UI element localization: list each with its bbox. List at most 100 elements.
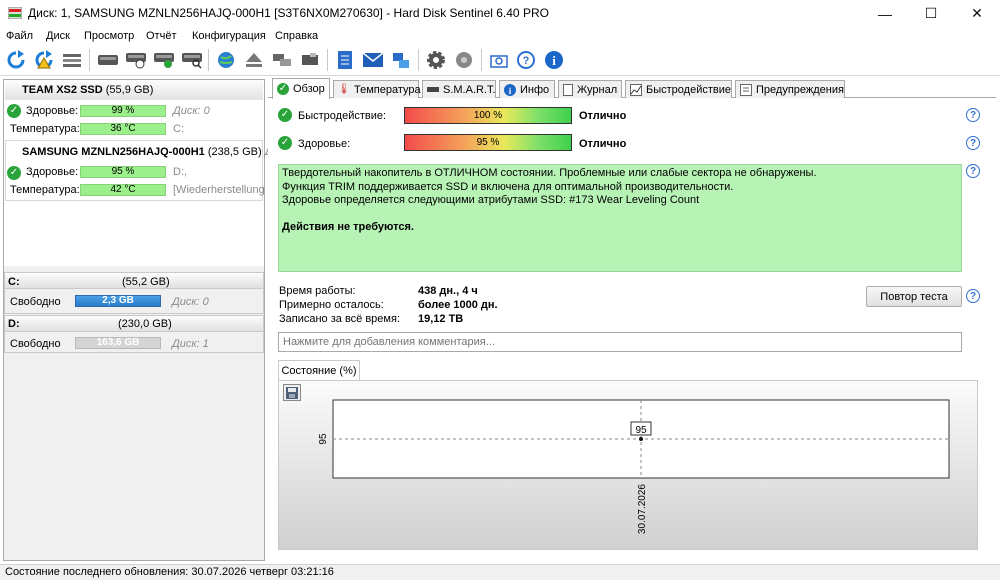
chart-tab-health[interactable]: Состояние (%) [278, 360, 360, 381]
health-ok-icon: ✓ [7, 166, 21, 180]
check-icon: ✓ [277, 83, 289, 95]
tab-smart[interactable]: S.M.A.R.T. [422, 80, 496, 98]
health-bar: 95 % [404, 134, 572, 151]
mail-icon[interactable] [361, 49, 385, 71]
uptime-value: 438 дн., 4 ч [418, 285, 478, 297]
smart-icon [427, 84, 439, 96]
health-ok-icon: ✓ [7, 104, 21, 118]
globe-icon[interactable] [214, 49, 238, 71]
free-space-label: Свободно [10, 296, 61, 308]
disk-index: Диск: 0 [173, 105, 210, 117]
data-point [639, 437, 643, 441]
drive-letters: D:, [173, 166, 188, 178]
retest-help-icon[interactable]: ? [966, 289, 980, 303]
svg-text:?: ? [523, 55, 530, 67]
comment-input[interactable] [278, 332, 962, 352]
window-title: Диск: 1, SAMSUNG MZNLN256HAJQ-000H1 [S3T… [28, 6, 549, 20]
performance-bar: 100 % [404, 107, 572, 124]
retest-button[interactable]: Повтор теста [866, 286, 962, 307]
network-icon[interactable] [389, 49, 413, 71]
close-button[interactable]: ✕ [954, 0, 1000, 27]
disk-search-icon[interactable] [180, 49, 204, 71]
refresh-icon[interactable] [4, 49, 28, 71]
temperature-bar: 42 °C [80, 184, 166, 196]
screenshot-icon[interactable] [487, 49, 511, 71]
temperature-bar: 36 °C [80, 123, 166, 135]
drive-name: SAMSUNG MZNLN256HAJQ-000H1 (238,5 GB) Ди [22, 146, 279, 158]
help-icon[interactable]: ? [514, 49, 538, 71]
health-ok-icon: ✓ [278, 136, 292, 150]
performance-help-icon[interactable]: ? [966, 108, 980, 122]
performance-label: Быстродействие: [298, 110, 387, 122]
volume-disk: Диск: 1 [172, 338, 209, 350]
thermometer-icon: 🌡 [337, 84, 351, 95]
info-icon[interactable]: i [542, 49, 566, 71]
health-label: Здоровье: [26, 166, 79, 178]
remaining-label: Примерно осталось: [279, 299, 384, 311]
partition-label: [Wiederherstellung [173, 184, 265, 196]
tab-warnings[interactable]: Предупреждения [735, 80, 845, 98]
disk-list-icon[interactable] [60, 49, 84, 71]
health-help-icon[interactable]: ? [966, 136, 980, 150]
performance-icon [630, 83, 642, 96]
volume-size: (230,0 GB) [118, 318, 172, 330]
written-label: Записано за всё время: [279, 313, 400, 325]
warnings-icon [740, 83, 752, 96]
health-bar: 99 % [80, 105, 166, 117]
health-chart: 95 30.07.2026 95 [318, 399, 950, 534]
svg-text:i: i [552, 53, 556, 68]
menu-file[interactable]: Файл [6, 30, 33, 42]
health-status: Отлично [579, 138, 627, 150]
disk-clock-icon[interactable] [124, 49, 148, 71]
menu-configuration[interactable]: Конфигурация [192, 30, 266, 42]
performance-ok-icon: ✓ [278, 108, 292, 122]
menu-view[interactable]: Просмотр [84, 30, 134, 42]
volume-disk: Диск: 0 [172, 296, 209, 308]
notes-icon[interactable] [333, 49, 357, 71]
health-bar: 95 % [80, 166, 166, 178]
menu-help[interactable]: Справка [275, 30, 318, 42]
message-action: Действия не требуются. [282, 220, 414, 233]
message-help-icon[interactable]: ? [966, 164, 980, 178]
tab-temperature[interactable]: 🌡 Температура [333, 80, 421, 98]
health-label: Здоровье: [26, 105, 79, 117]
disk-check-icon[interactable] [152, 49, 176, 71]
message-line: Твердотельный накопитель в ОТЛИЧНОМ сост… [282, 167, 817, 179]
menu-report[interactable]: Отчёт [146, 30, 176, 42]
free-space-label: Свободно [10, 338, 61, 350]
maximize-button[interactable]: ☐ [908, 0, 954, 27]
tab-journal[interactable]: Журнал [558, 80, 622, 98]
disk-chip-icon[interactable] [298, 49, 322, 71]
x-tick-label: 30.07.2026 [637, 484, 648, 534]
drive-letter: C: [173, 123, 184, 135]
eject-icon[interactable] [242, 49, 266, 71]
info-icon: i [504, 83, 516, 96]
drive-name: TEAM XS2 SSD (55,9 GB) [22, 84, 154, 96]
free-space-bar: 163,6 GB [75, 337, 161, 349]
message-line: Функция TRIM поддерживается SSD и включе… [282, 180, 734, 193]
written-value: 19,12 TB [418, 313, 464, 325]
free-space-bar: 2,3 GB [75, 295, 161, 307]
volume-letter: C: [8, 276, 20, 288]
performance-status: Отлично [579, 110, 627, 122]
disk-icon[interactable] [96, 49, 120, 71]
tab-performance[interactable]: Быстродействие [625, 80, 732, 98]
temperature-label: Температура: [10, 123, 80, 135]
disk-transfer-icon[interactable] [270, 49, 294, 71]
tab-info[interactable]: i Инфо [499, 80, 555, 98]
gear-icon[interactable] [424, 49, 448, 71]
health-label: Здоровье: [298, 138, 351, 150]
menu-disk[interactable]: Диск [46, 30, 70, 42]
remaining-value: более 1000 дн. [418, 299, 498, 311]
app-logo-icon [8, 7, 22, 19]
data-label: 95 [635, 425, 647, 436]
message-line: Здоровье определяется следующими атрибут… [282, 194, 700, 206]
minimize-button[interactable]: — [862, 0, 908, 27]
refresh-warning-icon[interactable] [32, 49, 56, 71]
tab-overview[interactable]: ✓ Обзор [272, 78, 330, 99]
volume-letter: D: [8, 318, 20, 330]
temperature-label: Температура: [10, 184, 80, 196]
sound-icon[interactable] [452, 49, 476, 71]
save-chart-icon[interactable] [283, 384, 301, 401]
y-tick-label: 95 [318, 433, 329, 445]
